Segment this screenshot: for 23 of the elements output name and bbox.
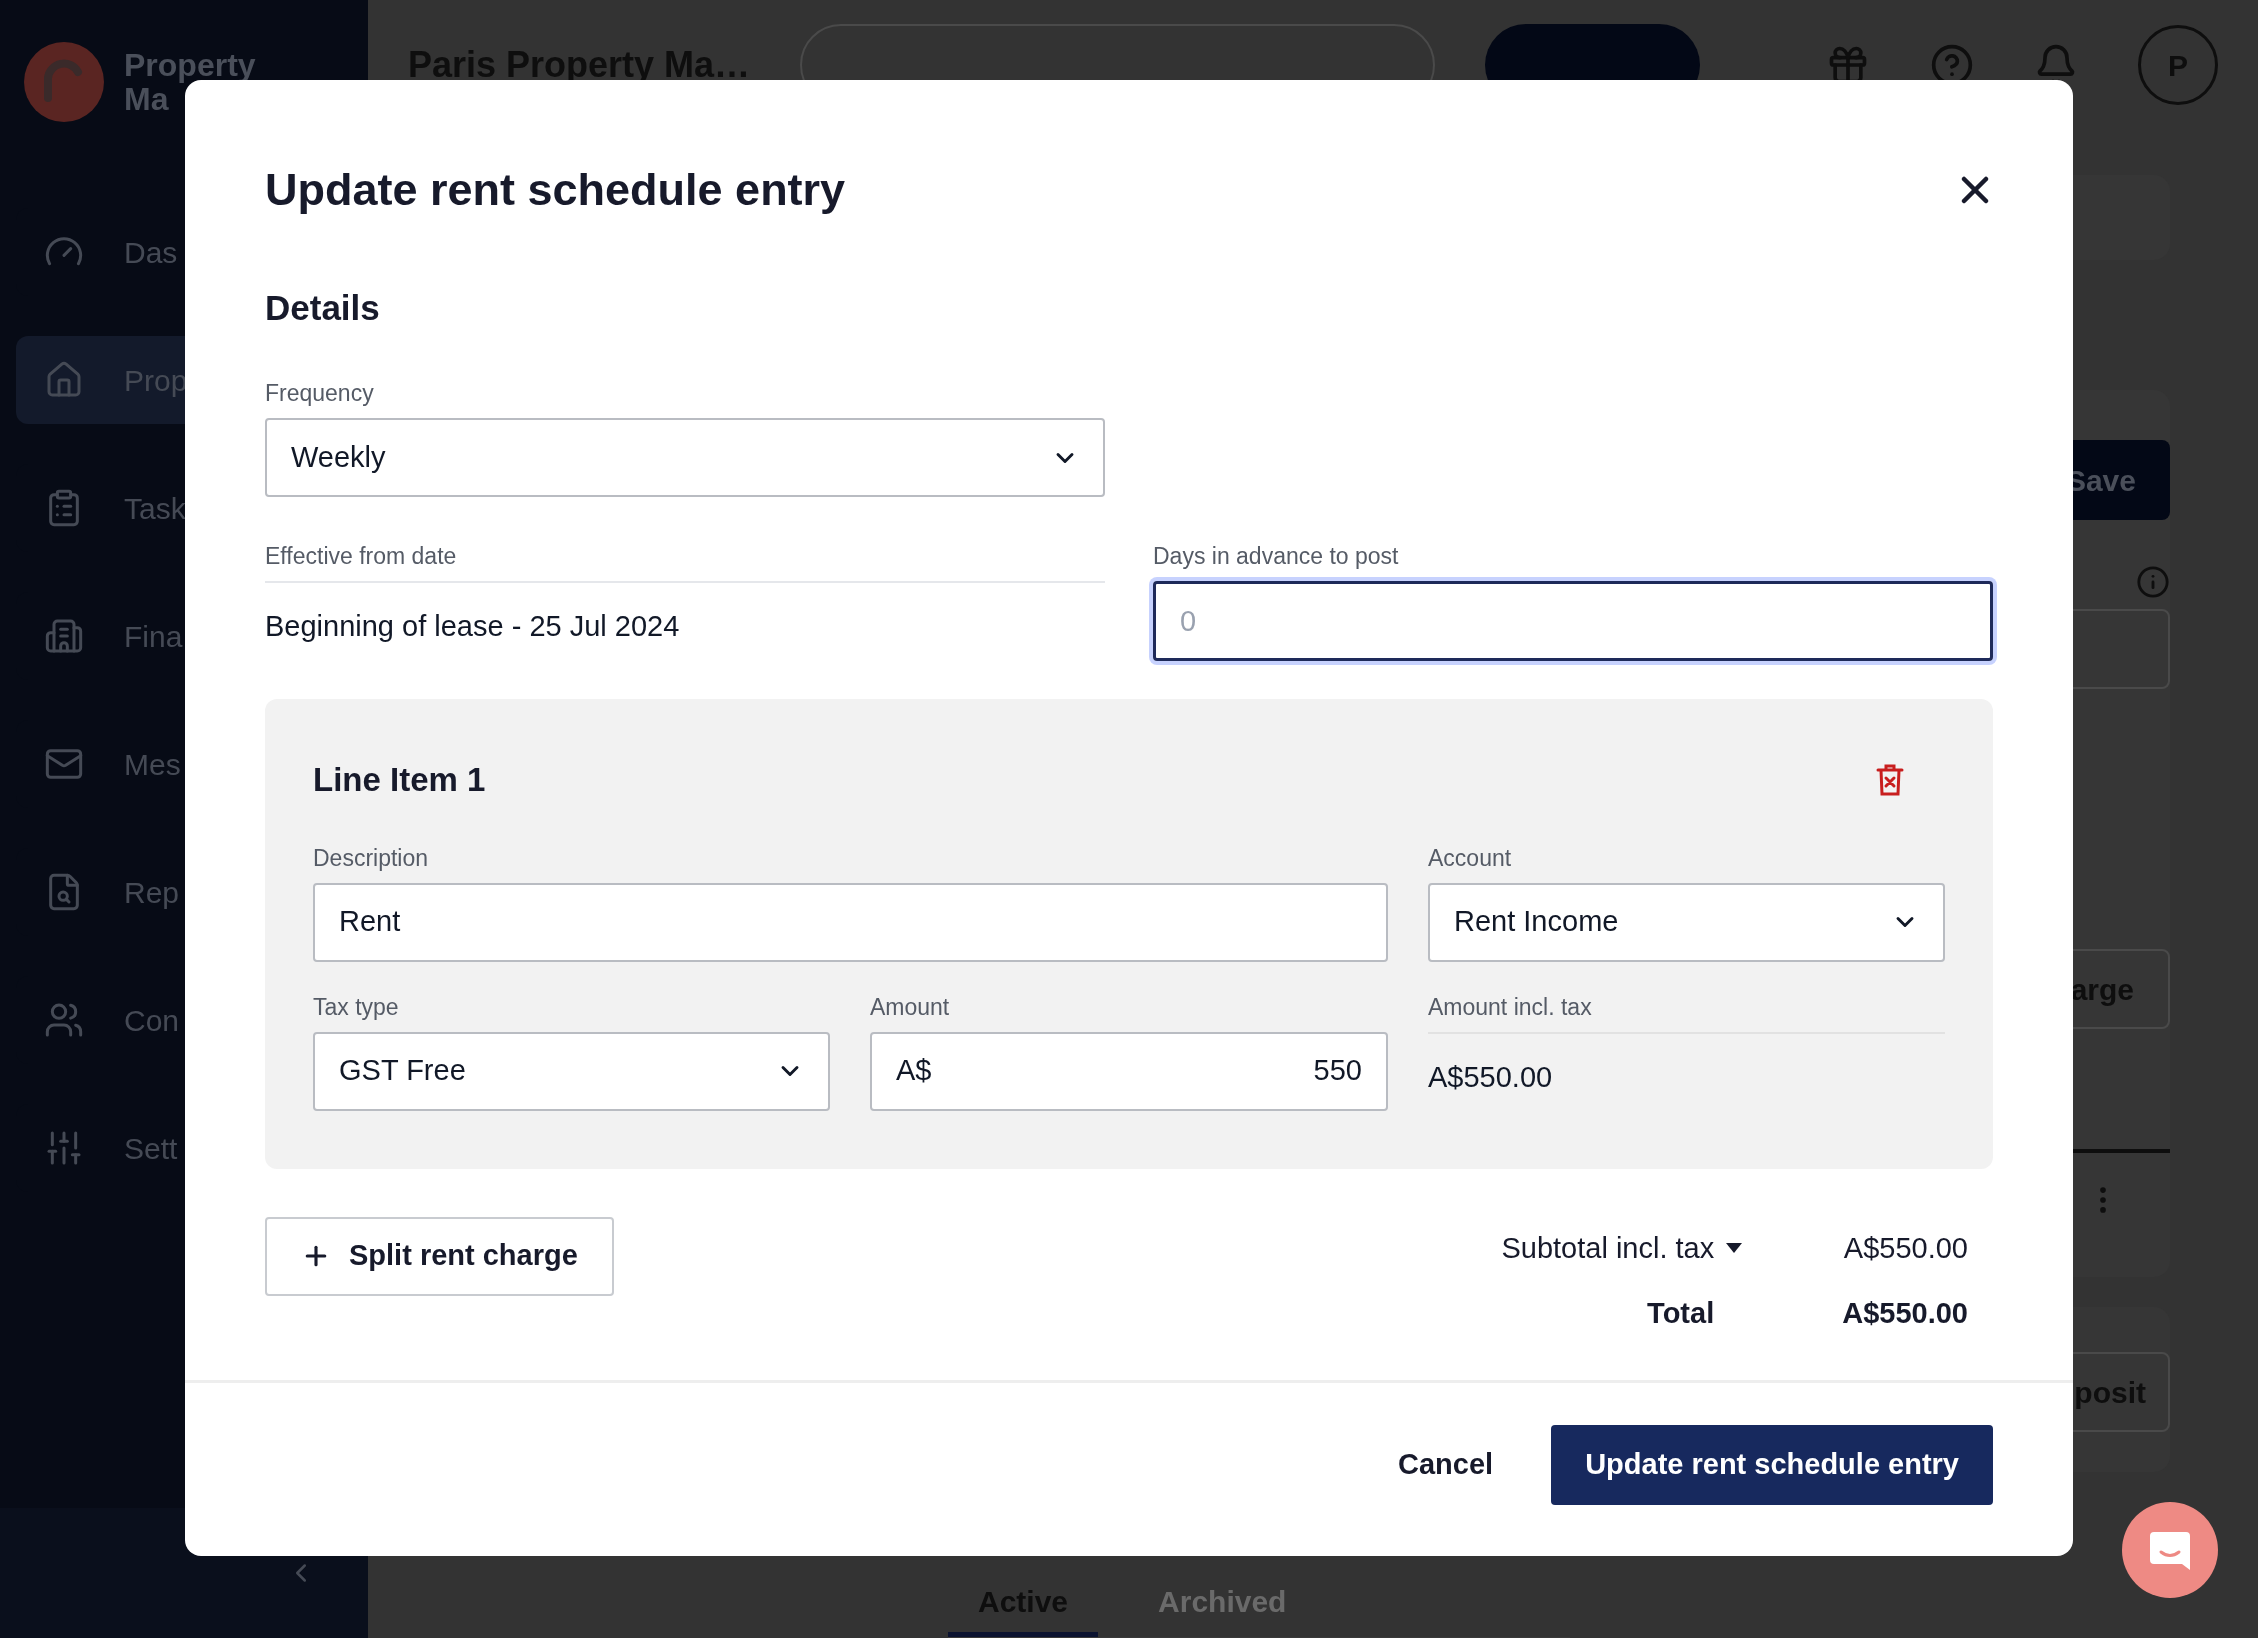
logo-text: Property Ma (124, 48, 256, 116)
field-value: A$550.00 (1428, 1059, 1554, 1095)
dropdown[interactable]: Rent Income (1428, 882, 1945, 962)
caret-down-icon (1726, 1243, 1743, 1254)
split-rent-charge-button[interactable]: Split rent charge (265, 1216, 614, 1296)
input-field[interactable]: Rent (313, 882, 1388, 962)
field-label: Amount (870, 992, 951, 1022)
subtotal-value: A$550.00 (1842, 1230, 1968, 1266)
field-label: Amount incl. tax (1428, 992, 1593, 1022)
total-label: Total (1646, 1296, 1716, 1331)
subtotal-toggle[interactable]: Subtotal incl. tax (1501, 1226, 1743, 1270)
currency-prefix: A$ (896, 1053, 932, 1089)
dropdown[interactable]: Weekly (265, 418, 1105, 497)
amount-value: 550 (1313, 1053, 1362, 1089)
trash-icon[interactable] (1875, 762, 1905, 797)
field-label: Days in advance to post (1153, 542, 1400, 571)
amount-field[interactable]: A$ 550 (870, 1031, 1388, 1111)
logo-icon (24, 42, 104, 122)
total-value: A$550.00 (1842, 1296, 1968, 1331)
submit-button[interactable]: Update rent schedule entry (1551, 1424, 1993, 1505)
field-label: Account (1428, 843, 1513, 873)
cancel-button[interactable]: Cancel (1398, 1442, 1494, 1487)
dropdown[interactable]: GST Free (313, 1031, 830, 1111)
